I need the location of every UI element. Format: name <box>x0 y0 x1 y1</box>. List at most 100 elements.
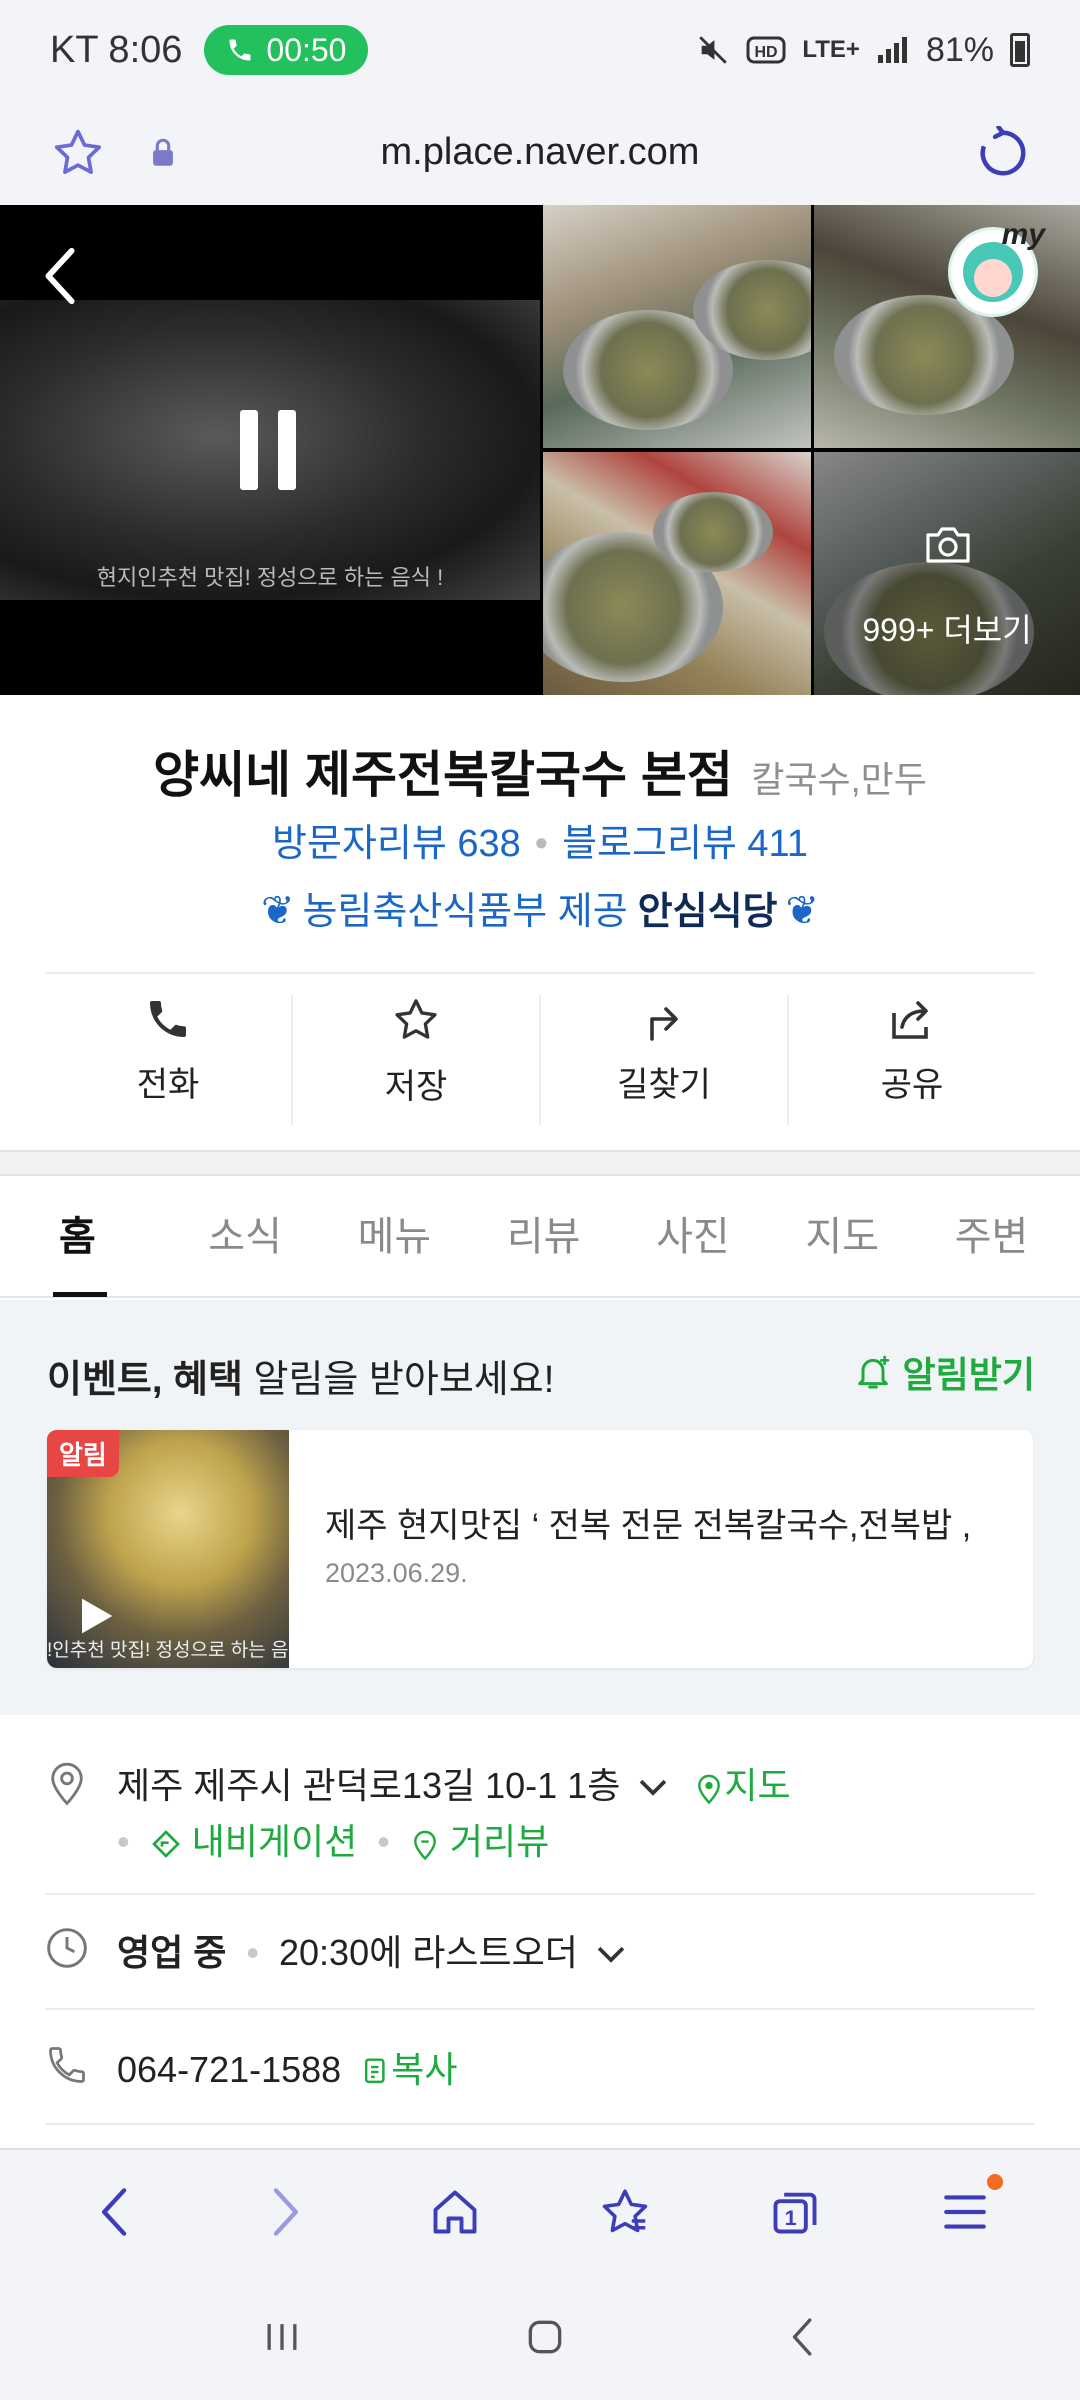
nav-tabs-button[interactable]: 1 <box>735 2172 855 2252</box>
mute-icon <box>699 36 728 64</box>
nav-menu-button[interactable] <box>905 2172 1025 2252</box>
system-nav-bar <box>0 2274 1080 2400</box>
video-player[interactable]: 현지인추천 맛집! 정성으로 하는 음식 ! <box>0 205 540 695</box>
event-date: 2023.06.29. <box>325 1558 468 1588</box>
phone-row: 064-721-1588 복사 <box>45 2025 1035 2125</box>
separator-dot: • <box>117 1821 130 1862</box>
network-type: LTE+ <box>802 36 860 63</box>
system-back-icon[interactable] <box>786 2315 820 2359</box>
subscribe-alarm-button[interactable]: 알림받기 <box>853 1346 1035 1398</box>
photo-thumbnail-more[interactable] <box>814 452 1080 695</box>
video-caption: 현지인추천 맛집! 정성으로 하는 음식 ! <box>96 565 444 590</box>
copy-label: 복사 <box>391 2049 458 2090</box>
save-label: 저장 <box>384 1068 448 1106</box>
address-row: 제주 제주시 관덕로13길 10-1 1층 지도 • 내비게이션 • 거리뷰 <box>45 1755 1035 1895</box>
my-avatar[interactable]: my <box>948 218 1045 317</box>
tab-news[interactable]: 소식 <box>184 1177 333 1297</box>
laurel-left-icon: ❦ <box>260 889 295 933</box>
nav-forward-button[interactable] <box>225 2172 345 2252</box>
divider <box>45 972 1035 974</box>
bell-plus-icon <box>857 1355 889 1389</box>
copy-button[interactable]: 복사 <box>361 2049 457 2090</box>
address-text: 제주 제주시 관덕로13길 10-1 1층 <box>117 1765 621 1806</box>
place-name: 양씨네 제주전복칼국수 본점 <box>153 747 733 803</box>
save-button[interactable]: 저장 <box>293 995 541 1125</box>
map-link[interactable]: 지도 <box>694 1765 791 1806</box>
tab-map[interactable]: 지도 <box>781 1177 930 1297</box>
badge-name: 안심식당 <box>637 891 778 933</box>
notification-dot <box>987 2174 1003 2190</box>
directions-icon <box>650 1007 678 1041</box>
recent-apps-icon[interactable] <box>260 2317 304 2357</box>
map-link-label: 지도 <box>724 1765 791 1806</box>
tab-photos[interactable]: 사진 <box>632 1177 781 1297</box>
camera-icon <box>926 527 970 563</box>
call-label: 전화 <box>136 1066 200 1104</box>
tabs-icon: 1 <box>773 2192 817 2234</box>
safe-restaurant-badge[interactable]: ❦ 농림축산식품부 제공 안심식당 ❦ <box>0 880 1080 935</box>
event-heading-rest: 알림을 받아보세요! <box>253 1359 555 1401</box>
map-pin-icon <box>698 1775 721 1805</box>
nav-back-button[interactable] <box>55 2172 175 2252</box>
status-icons: HD LTE+ 81% <box>696 31 1030 70</box>
arrow-back-icon <box>102 2188 127 2236</box>
street-view-link[interactable]: 거리뷰 <box>410 1821 549 1862</box>
clock-icon <box>47 1928 87 1968</box>
browser-bottom-nav: 1 <box>0 2148 1080 2274</box>
directions-button[interactable]: 길찾기 <box>541 995 789 1125</box>
phone-icon <box>150 1001 186 1037</box>
hours-line: 영업 중 • 20:30에 라스트오더 <box>117 1924 628 1976</box>
review-counts: 방문자리뷰 638 • 블로그리뷰 411 <box>0 812 1080 867</box>
event-card[interactable]: 알림 !인추천 맛집! 정성으로 하는 음 제주 현지맛집 ‘ 전복 전문 전복… <box>47 1430 1033 1668</box>
call-button[interactable]: 전화 <box>45 995 293 1125</box>
chevron-down-icon[interactable] <box>636 1775 670 1801</box>
subscribe-label: 알림받기 <box>902 1354 1035 1395</box>
bookmark-star-icon[interactable] <box>50 125 106 181</box>
svg-text:HD: HD <box>755 44 778 61</box>
place-category: 칼국수,만두 <box>751 759 927 800</box>
battery-percent: 81% <box>925 30 994 69</box>
tab-reviews[interactable]: 리뷰 <box>483 1177 632 1297</box>
event-title: 제주 현지맛집 ‘ 전복 전문 전복칼국수,전복밥 , <box>325 1507 972 1545</box>
browser-url-bar: m.place.naver.com <box>0 100 1080 205</box>
nav-bookmarks-button[interactable] <box>565 2172 685 2252</box>
action-bar: 전화 저장 길찾기 공유 <box>45 995 1035 1125</box>
home-icon <box>433 2190 477 2234</box>
visitor-review-link[interactable]: 방문자리뷰 638 <box>272 823 521 865</box>
tab-nearby[interactable]: 주변 <box>931 1177 1080 1297</box>
call-timer: 00:50 <box>266 31 347 68</box>
separator-dot: • <box>377 1821 390 1862</box>
directions-label: 길찾기 <box>617 1066 711 1104</box>
photo-thumbnail[interactable] <box>543 452 811 695</box>
hours-row[interactable]: 영업 중 • 20:30에 라스트오더 <box>45 1910 1035 2010</box>
lock-icon <box>153 138 173 166</box>
location-pin-icon <box>51 1762 83 1806</box>
tab-home[interactable]: 홈 <box>35 1177 184 1297</box>
phone-outline-icon <box>49 2047 85 2083</box>
event-heading-bold: 이벤트, 혜택 <box>47 1359 243 1401</box>
call-indicator[interactable]: 00:50 <box>204 25 369 75</box>
nav-home-button[interactable] <box>395 2172 515 2252</box>
event-section: 이벤트, 혜택 알림을 받아보세요! 알림받기 알림 !인추천 맛집! 정성으로… <box>0 1300 1080 1715</box>
status-time: KT 8:06 <box>50 28 183 71</box>
status-bar: KT 8:06 00:50 HD LTE+ 81% <box>0 0 1080 100</box>
navigation-link[interactable]: 내비게이션 <box>150 1821 368 1862</box>
phone-call-icon <box>229 39 251 61</box>
more-photos-label[interactable]: 999+ 더보기 <box>814 605 1080 651</box>
tab-menu[interactable]: 메뉴 <box>334 1177 483 1297</box>
place-title-row: 양씨네 제주전복칼국수 본점 칼국수,만두 <box>0 735 1080 807</box>
phone-number[interactable]: 064-721-1588 <box>117 2049 341 2090</box>
my-label: my <box>1001 218 1045 251</box>
share-button[interactable]: 공유 <box>789 995 1035 1125</box>
laurel-right-icon: ❦ <box>785 889 820 933</box>
photo-thumbnail[interactable] <box>543 205 811 448</box>
menu-icon <box>944 2195 986 2229</box>
pause-icon[interactable] <box>240 410 296 490</box>
blog-review-link[interactable]: 블로그리뷰 411 <box>562 823 808 865</box>
phone-line: 064-721-1588 복사 <box>117 2041 457 2093</box>
back-chevron-icon[interactable] <box>40 245 80 307</box>
reload-icon[interactable] <box>976 125 1030 180</box>
battery-icon <box>1010 33 1030 67</box>
chevron-down-icon[interactable] <box>594 1942 628 1968</box>
home-button-icon[interactable] <box>523 2315 567 2359</box>
